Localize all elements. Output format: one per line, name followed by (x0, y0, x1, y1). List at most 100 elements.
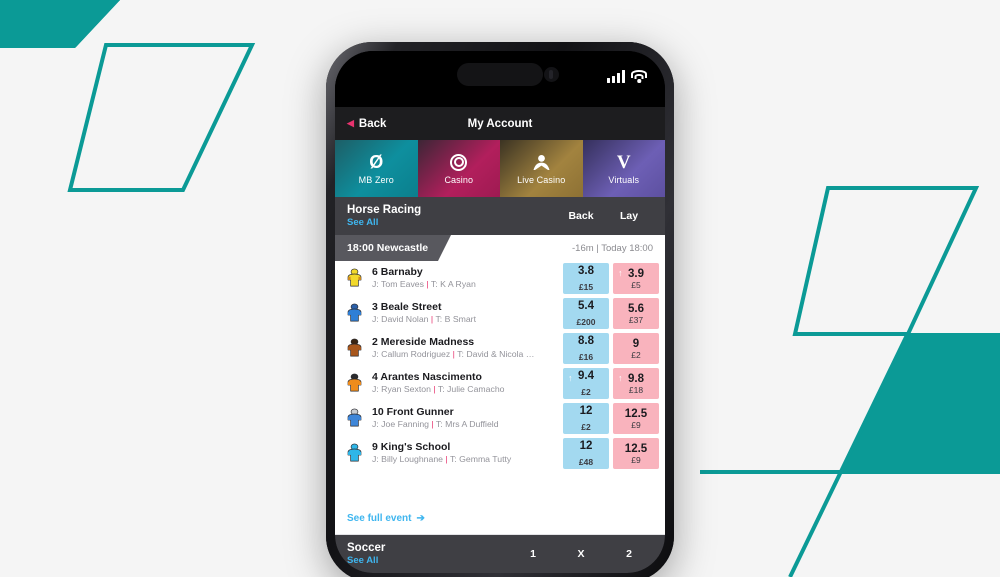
lay-odds-button[interactable]: ↑ 3.9 £5 (613, 263, 659, 294)
status-bar (335, 51, 665, 107)
jockey-silk-icon (347, 373, 362, 392)
runner-odds: ↑ 9.4 £2 ↑ 9.8 £18 (563, 368, 659, 399)
lay-odds-button[interactable]: ↑ 9.8 £18 (613, 368, 659, 399)
arrow-up-icon: ↑ (618, 373, 623, 383)
runner-odds: 8.8 £16 9 £2 (563, 333, 659, 364)
race-tab[interactable]: 18:00 Newcastle (335, 235, 452, 261)
back-odds-value: 9.4 (578, 370, 594, 382)
column-away: 2 (626, 548, 632, 560)
horse-racing-title: Horse Racing (347, 203, 422, 216)
tab-live-casino[interactable]: Live Casino (500, 140, 583, 197)
arrow-up-icon: ↑ (568, 373, 573, 383)
back-odds-button[interactable]: 3.8 £15 (563, 263, 609, 294)
horse-racing-market: 18:00 Newcastle -16m | Today 18:00 6 Bar… (335, 235, 665, 535)
jockey-silk-icon (347, 443, 362, 462)
back-odds-button[interactable]: ↑ 9.4 £2 (563, 368, 609, 399)
phone-frame: ◀ Back My Account Ø MB Zero Casino Live … (326, 42, 674, 577)
tab-mb-zero[interactable]: Ø MB Zero (335, 140, 418, 197)
back-odds-value: 8.8 (578, 335, 594, 347)
see-full-event-link[interactable]: See full event ➔ (347, 513, 425, 524)
runner-row[interactable]: 2 Mereside Madness J: Callum Rodriguez |… (335, 331, 665, 366)
runner-row[interactable]: 3 Beale Street J: David Nolan | T: B Sma… (335, 296, 665, 331)
lay-odds-amount: £2 (631, 349, 641, 360)
runner-meta: J: Billy Loughnane | T: Gemma Tutty (372, 454, 512, 465)
runner-meta: J: Ryan Sexton | T: Julie Camacho (372, 384, 505, 395)
runner-odds: 12 £48 12.5 £9 (563, 438, 659, 469)
runner-list: 6 Barnaby J: Tom Eaves | T: K A Ryan 3.8… (335, 261, 665, 502)
runner-odds: 3.8 £15 ↑ 3.9 £5 (563, 263, 659, 294)
lay-odds-value: 9 (632, 337, 640, 350)
runner-meta: J: Tom Eaves | T: K A Ryan (372, 279, 476, 290)
chevron-left-icon: ◀ (347, 118, 354, 128)
lay-odds-value: 9.8 (628, 372, 644, 385)
back-odds-button[interactable]: 5.4 £200 (563, 298, 609, 329)
see-full-event[interactable]: See full event ➔ (335, 502, 665, 534)
lay-odds-amount: £9 (631, 419, 641, 430)
lay-odds-button[interactable]: 5.6 £37 (613, 298, 659, 329)
tab-virtuals[interactable]: V Virtuals (582, 140, 665, 197)
lay-odds-value: 12.5 (624, 442, 648, 455)
back-button[interactable]: ◀ Back (347, 118, 386, 130)
runner-name: 9 King's School (372, 441, 451, 454)
tab-mb-zero-label: MB Zero (358, 174, 394, 185)
back-odds-button[interactable]: 12 £48 (563, 438, 609, 469)
column-lay: Lay (619, 210, 639, 222)
horse-racing-see-all[interactable]: See All (347, 217, 421, 228)
jockey-silk-icon (347, 303, 362, 322)
front-camera-icon (544, 67, 559, 82)
virtuals-v-icon: V (616, 151, 631, 173)
runner-row[interactable]: 6 Barnaby J: Tom Eaves | T: K A Ryan 3.8… (335, 261, 665, 296)
lay-odds-button[interactable]: 12.5 £9 (613, 438, 659, 469)
runner-info: 3 Beale Street J: David Nolan | T: B Sma… (372, 301, 556, 326)
back-odds-button[interactable]: 8.8 £16 (563, 333, 609, 364)
back-odds-value: 5.4 (578, 300, 594, 312)
column-home: 1 (530, 548, 536, 560)
tab-casino-label: Casino (444, 174, 474, 185)
runner-meta: J: Joe Fanning | T: Mrs A Duffield (372, 419, 499, 430)
race-tab-row: 18:00 Newcastle -16m | Today 18:00 (335, 235, 665, 261)
tab-virtuals-label: Virtuals (608, 174, 640, 185)
runner-name: 3 Beale Street (372, 301, 442, 314)
horse-racing-columns: Back Lay (557, 210, 653, 222)
tab-casino[interactable]: Casino (417, 140, 500, 197)
horse-racing-header: Horse Racing See All Back Lay (335, 197, 665, 235)
back-odds-amount: £2 (581, 387, 591, 398)
runner-meta: J: David Nolan | T: B Smart (372, 314, 476, 325)
soccer-see-all[interactable]: See All (347, 555, 385, 566)
lay-odds-value: 5.6 (628, 302, 644, 315)
lay-odds-amount: £5 (631, 279, 641, 290)
runner-name: 2 Mereside Madness (372, 336, 475, 349)
lay-odds-value: 3.9 (628, 267, 644, 280)
dynamic-island (457, 63, 543, 86)
lay-odds-button[interactable]: 12.5 £9 (613, 403, 659, 434)
race-start-time: -16m | Today 18:00 (572, 242, 653, 254)
live-dealer-icon (532, 153, 551, 172)
quick-tabs: Ø MB Zero Casino Live Casino V Virtuals (335, 140, 665, 197)
runner-name: 4 Arantes Nascimento (372, 371, 482, 384)
wifi-icon (631, 70, 647, 83)
back-odds-amount: £16 (578, 352, 594, 363)
runner-info: 10 Front Gunner J: Joe Fanning | T: Mrs … (372, 406, 556, 431)
runner-row[interactable]: 4 Arantes Nascimento J: Ryan Sexton | T:… (335, 366, 665, 401)
lay-odds-button[interactable]: 9 £2 (613, 333, 659, 364)
soccer-header: Soccer See All 1 X 2 (335, 535, 665, 573)
runner-info: 4 Arantes Nascimento J: Ryan Sexton | T:… (372, 371, 556, 396)
lay-odds-value: 12.5 (624, 407, 648, 420)
lay-odds-amount: £37 (628, 314, 644, 325)
back-odds-button[interactable]: 12 £2 (563, 403, 609, 434)
runner-row[interactable]: 9 King's School J: Billy Loughnane | T: … (335, 436, 665, 471)
soccer-columns: 1 X 2 (509, 548, 653, 560)
soccer-title: Soccer (347, 541, 386, 554)
zero-slash-icon: Ø (369, 152, 384, 172)
jockey-silk-icon (347, 268, 362, 287)
jockey-silk-icon (347, 338, 362, 357)
column-draw: X (577, 548, 585, 560)
runner-info: 2 Mereside Madness J: Callum Rodriguez |… (372, 336, 556, 361)
lay-odds-amount: £9 (631, 454, 641, 465)
runner-row[interactable]: 10 Front Gunner J: Joe Fanning | T: Mrs … (335, 401, 665, 436)
runner-name: 6 Barnaby (372, 266, 423, 279)
runner-info: 6 Barnaby J: Tom Eaves | T: K A Ryan (372, 266, 556, 291)
arrow-right-icon: ➔ (416, 513, 425, 524)
jockey-silk-icon (347, 408, 362, 427)
runner-meta: J: Callum Rodriguez | T: David & Nicola … (372, 349, 535, 360)
